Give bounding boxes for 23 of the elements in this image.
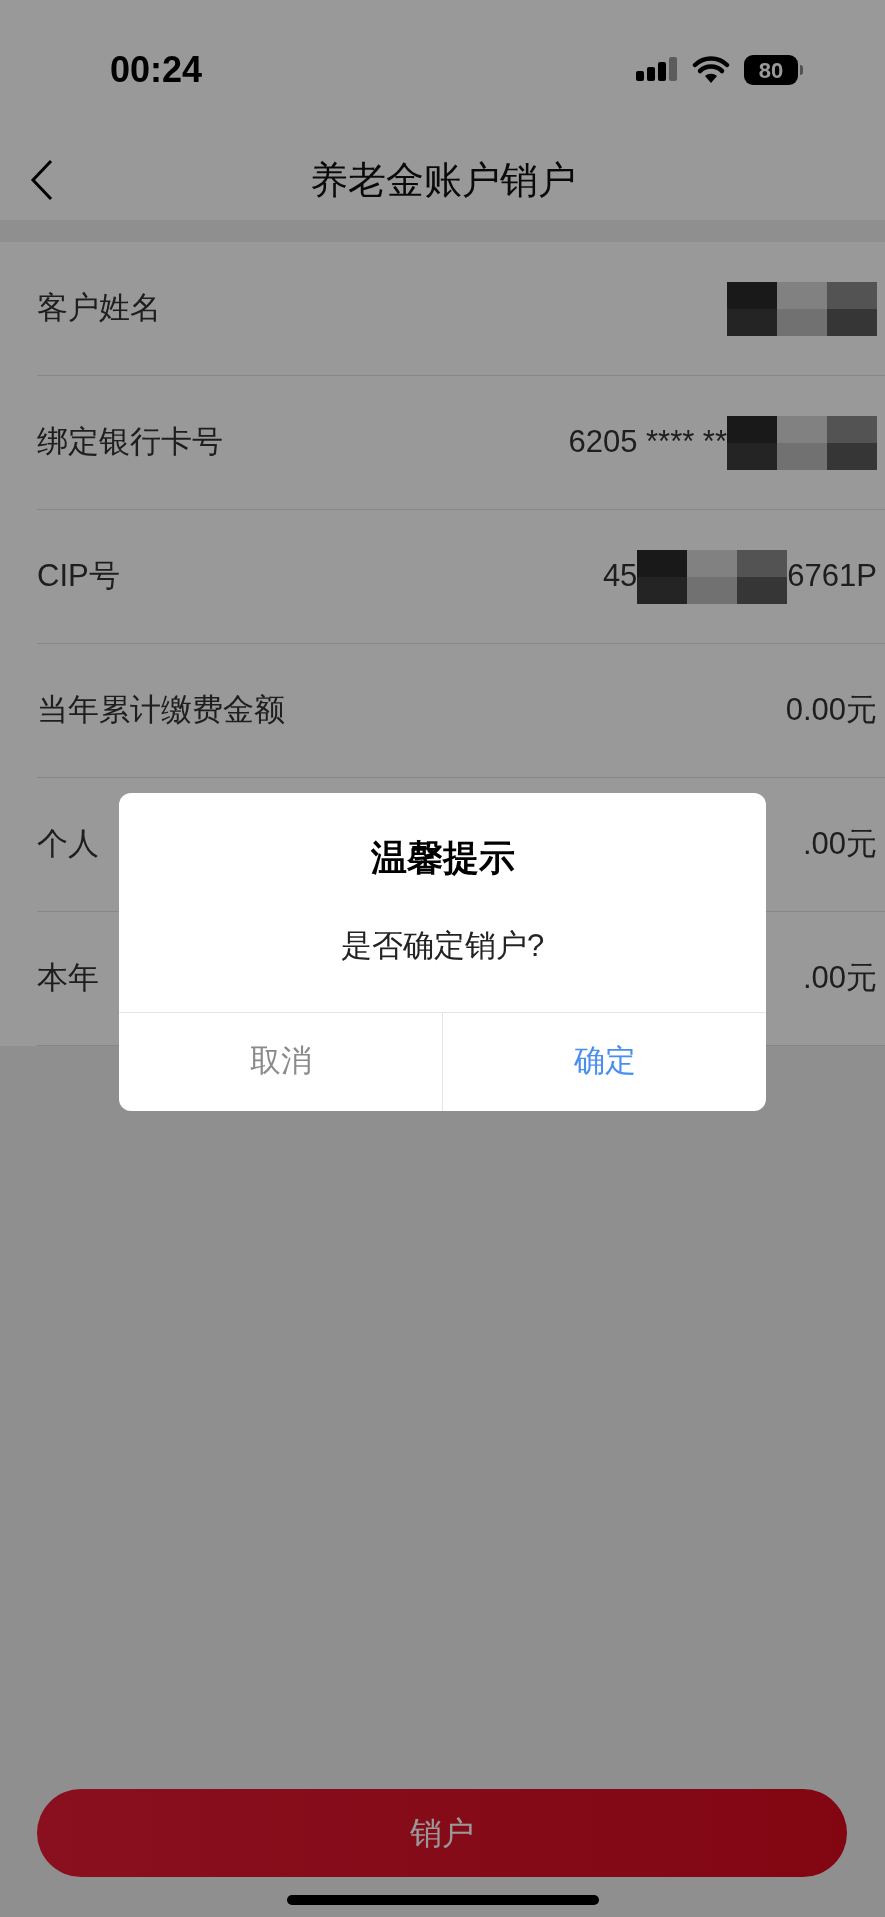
row-value: 45 — [602, 557, 638, 596]
row-value: 6205 **** ** — [568, 423, 727, 462]
row-value: .00元 — [802, 959, 877, 998]
wifi-icon — [692, 56, 730, 84]
row-label: 客户姓名 — [37, 289, 161, 328]
cancel-button[interactable]: 取消 — [119, 1012, 442, 1111]
row-value: .00元 — [802, 825, 877, 864]
status-time: 00:24 — [110, 48, 203, 92]
row-label: 当年累计缴费金额 — [37, 691, 285, 730]
dialog-title: 温馨提示 — [370, 836, 515, 880]
battery-level: 80 — [758, 56, 784, 85]
row-label: CIP号 — [37, 557, 120, 596]
row-value: 0.00元 — [785, 691, 877, 730]
confirm-button[interactable]: 确定 — [442, 1012, 766, 1111]
row-label: 个人 — [37, 825, 99, 864]
signal-icon — [636, 57, 678, 83]
close-account-button[interactable]: 销户 — [37, 1789, 847, 1877]
row-value: 6761P — [787, 557, 877, 596]
dialog-message: 是否确定销户? — [340, 927, 545, 965]
back-icon — [30, 158, 54, 202]
row-label: 绑定银行卡号 — [37, 423, 223, 462]
row-label: 本年 — [37, 959, 99, 998]
page-title: 养老金账户销户 — [309, 157, 576, 203]
